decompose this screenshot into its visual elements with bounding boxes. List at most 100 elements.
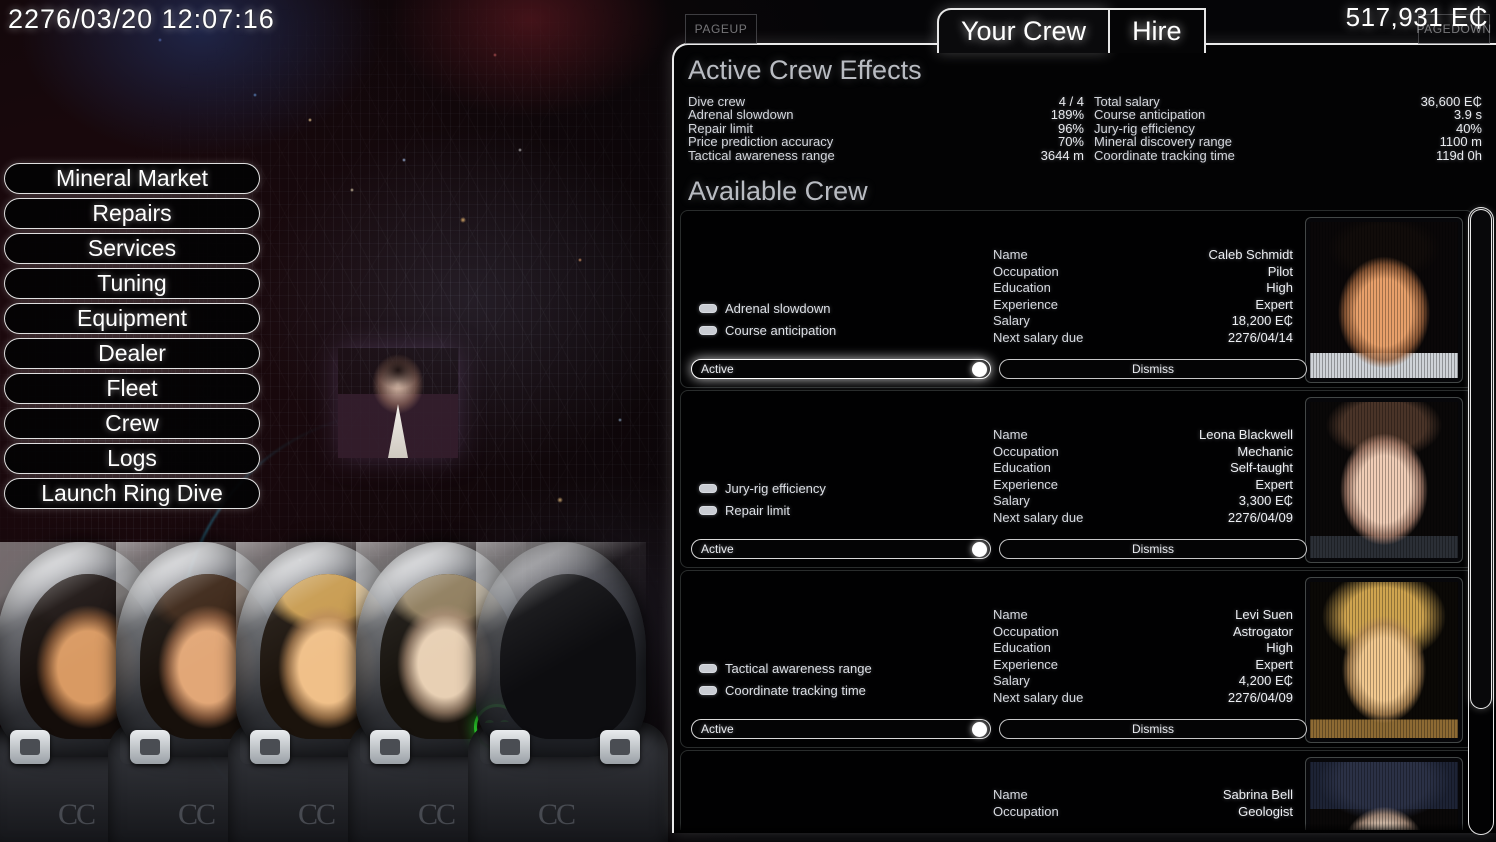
detail-row-name: Name Sabrina Bell bbox=[993, 787, 1293, 804]
detail-row-next-salary-due: Next salary due 2276/04/09 bbox=[993, 510, 1293, 527]
detail-row-next-salary-due: Next salary due 2276/04/09 bbox=[993, 690, 1293, 707]
menu-item-services[interactable]: Services bbox=[4, 233, 260, 264]
crew-portrait bbox=[1305, 217, 1463, 383]
page-up-button[interactable]: PAGEUP bbox=[685, 14, 757, 44]
crew-card[interactable]: Adrenal slowdown Course anticipation Nam… bbox=[680, 210, 1474, 388]
toggle-knob bbox=[972, 541, 987, 557]
menu-item-fleet[interactable]: Fleet bbox=[4, 373, 260, 404]
crew-traits: Adrenal slowdown Course anticipation bbox=[699, 297, 989, 341]
effect-value: 1100 m bbox=[1439, 134, 1482, 150]
menu-item-launch-ring-dive[interactable]: Launch Ring Dive bbox=[4, 478, 260, 509]
suit-logo: CC bbox=[538, 798, 576, 831]
detail-label: Experience bbox=[993, 296, 1059, 312]
tab-hire[interactable]: Hire bbox=[1108, 8, 1206, 53]
crew-traits: Tactical awareness range Coordinate trac… bbox=[699, 657, 989, 701]
dismiss-button[interactable]: Dismiss bbox=[999, 719, 1307, 739]
detail-row-experience: Experience Expert bbox=[993, 477, 1293, 494]
available-crew-title: Available Crew bbox=[688, 176, 868, 206]
menu-item-dealer[interactable]: Dealer bbox=[4, 338, 260, 369]
toggle-knob bbox=[972, 721, 987, 737]
crew-portrait-image bbox=[1310, 762, 1458, 830]
crew-details: Name Caleb Schmidt Occupation Pilot Educ… bbox=[993, 247, 1293, 346]
detail-label: Experience bbox=[993, 656, 1059, 672]
detail-value: 18,200 E₵ bbox=[1231, 313, 1293, 328]
visor-glare bbox=[476, 542, 646, 757]
suit-clip-left bbox=[130, 730, 170, 764]
menu-item-crew[interactable]: Crew bbox=[4, 408, 260, 439]
menu-item-equipment[interactable]: Equipment bbox=[4, 303, 260, 334]
trait-label: Tactical awareness range bbox=[725, 660, 872, 676]
trait-bar-icon bbox=[699, 303, 717, 313]
menu-item-mineral-market[interactable]: Mineral Market bbox=[4, 163, 260, 194]
active-crew-effects: Dive crew 4 / 4 Adrenal slowdown 189% Re… bbox=[688, 95, 1484, 162]
effect-row: Tactical awareness range 3644 m bbox=[688, 147, 1086, 163]
crew-actions: Active Dismiss bbox=[691, 359, 1309, 379]
crew-portrait bbox=[1305, 757, 1463, 830]
crew-active-toggle[interactable]: Active bbox=[691, 359, 991, 379]
portrait-scanlines bbox=[1310, 582, 1458, 738]
effect-value: 189% bbox=[1050, 107, 1084, 123]
effect-value: 3.9 s bbox=[1453, 107, 1482, 123]
detail-value: 2276/04/09 bbox=[1227, 689, 1293, 705]
crew-trait: Repair limit bbox=[699, 499, 989, 521]
effect-label: Coordinate tracking time bbox=[1094, 147, 1235, 163]
detail-value: Sabrina Bell bbox=[1222, 787, 1293, 802]
crew-details: Name Levi Suen Occupation Astrogator Edu… bbox=[993, 607, 1293, 706]
detail-value: Astrogator bbox=[1233, 623, 1293, 639]
effects-column-left: Dive crew 4 / 4 Adrenal slowdown 189% Re… bbox=[688, 95, 1086, 162]
toggle-label: Active bbox=[701, 542, 734, 556]
game-clock: 2276/03/20 12:07:16 bbox=[8, 4, 275, 34]
trait-bar-icon bbox=[699, 483, 717, 493]
detail-value: 2276/04/14 bbox=[1227, 329, 1293, 345]
crew-active-toggle[interactable]: Active bbox=[691, 539, 991, 559]
detail-label: Next salary due bbox=[993, 689, 1084, 705]
trait-label: Coordinate tracking time bbox=[725, 682, 866, 698]
suit-clip-left bbox=[490, 730, 530, 764]
detail-row-name: Name Leona Blackwell bbox=[993, 427, 1293, 444]
crew-panel: Active Crew Effects Dive crew 4 / 4 Adre… bbox=[672, 43, 1496, 833]
tab-your-crew[interactable]: Your Crew bbox=[937, 8, 1109, 53]
crew-trait: Jury-rig efficiency bbox=[699, 477, 989, 499]
suit-clip-left bbox=[370, 730, 410, 764]
effect-label: Course anticipation bbox=[1094, 107, 1206, 123]
detail-label: Education bbox=[993, 460, 1051, 475]
detail-value: Expert bbox=[1255, 656, 1293, 672]
detail-value: Mechanic bbox=[1237, 443, 1293, 459]
effect-label: Tactical awareness range bbox=[688, 147, 835, 163]
menu-item-logs[interactable]: Logs bbox=[4, 443, 260, 474]
effect-row: Price prediction accuracy 70% bbox=[688, 134, 1086, 150]
detail-value: 4,200 E₵ bbox=[1238, 673, 1293, 688]
detail-row-education: Education High bbox=[993, 640, 1293, 657]
crew-portrait-image bbox=[1310, 582, 1458, 738]
detail-value: Pilot bbox=[1267, 263, 1293, 279]
detail-label: Occupation bbox=[993, 263, 1059, 279]
detail-value: 2276/04/09 bbox=[1227, 509, 1293, 525]
toggle-knob bbox=[972, 361, 987, 377]
detail-row-experience: Experience Expert bbox=[993, 297, 1293, 314]
crew-card[interactable]: Jury-rig efficiency Repair limit Name Le… bbox=[680, 390, 1474, 568]
detail-value: Self-taught bbox=[1230, 460, 1293, 475]
detail-value: High bbox=[1266, 280, 1293, 295]
menu-item-repairs[interactable]: Repairs bbox=[4, 198, 260, 229]
suit-clip-right bbox=[600, 730, 640, 764]
suit-clip-left bbox=[250, 730, 290, 764]
detail-label: Education bbox=[993, 280, 1051, 295]
crew-card[interactable]: Tactical awareness range Coordinate trac… bbox=[680, 570, 1474, 748]
crew-portrait bbox=[1305, 397, 1463, 563]
crew-card[interactable]: Name Sabrina Bell Occupation Geologist bbox=[680, 750, 1474, 830]
suit-helmet bbox=[476, 542, 646, 757]
detail-row-education: Education High bbox=[993, 280, 1293, 297]
effect-label: Price prediction accuracy bbox=[688, 134, 834, 150]
crew-list-scrollbar[interactable] bbox=[1468, 207, 1494, 835]
crew-suit-5: CC bbox=[468, 542, 668, 842]
dismiss-button[interactable]: Dismiss bbox=[999, 359, 1307, 379]
menu-item-tuning[interactable]: Tuning bbox=[4, 268, 260, 299]
dismiss-button[interactable]: Dismiss bbox=[999, 539, 1307, 559]
scrollbar-thumb[interactable] bbox=[1470, 209, 1492, 709]
detail-label: Next salary due bbox=[993, 509, 1084, 525]
credits-display: 517,931 E₵ bbox=[1345, 2, 1488, 32]
crew-active-toggle[interactable]: Active bbox=[691, 719, 991, 739]
crew-traits: Jury-rig efficiency Repair limit bbox=[699, 477, 989, 521]
effects-column-right: Total salary 36,600 E₵ Course anticipati… bbox=[1086, 95, 1484, 162]
effect-label: Adrenal slowdown bbox=[688, 107, 794, 123]
